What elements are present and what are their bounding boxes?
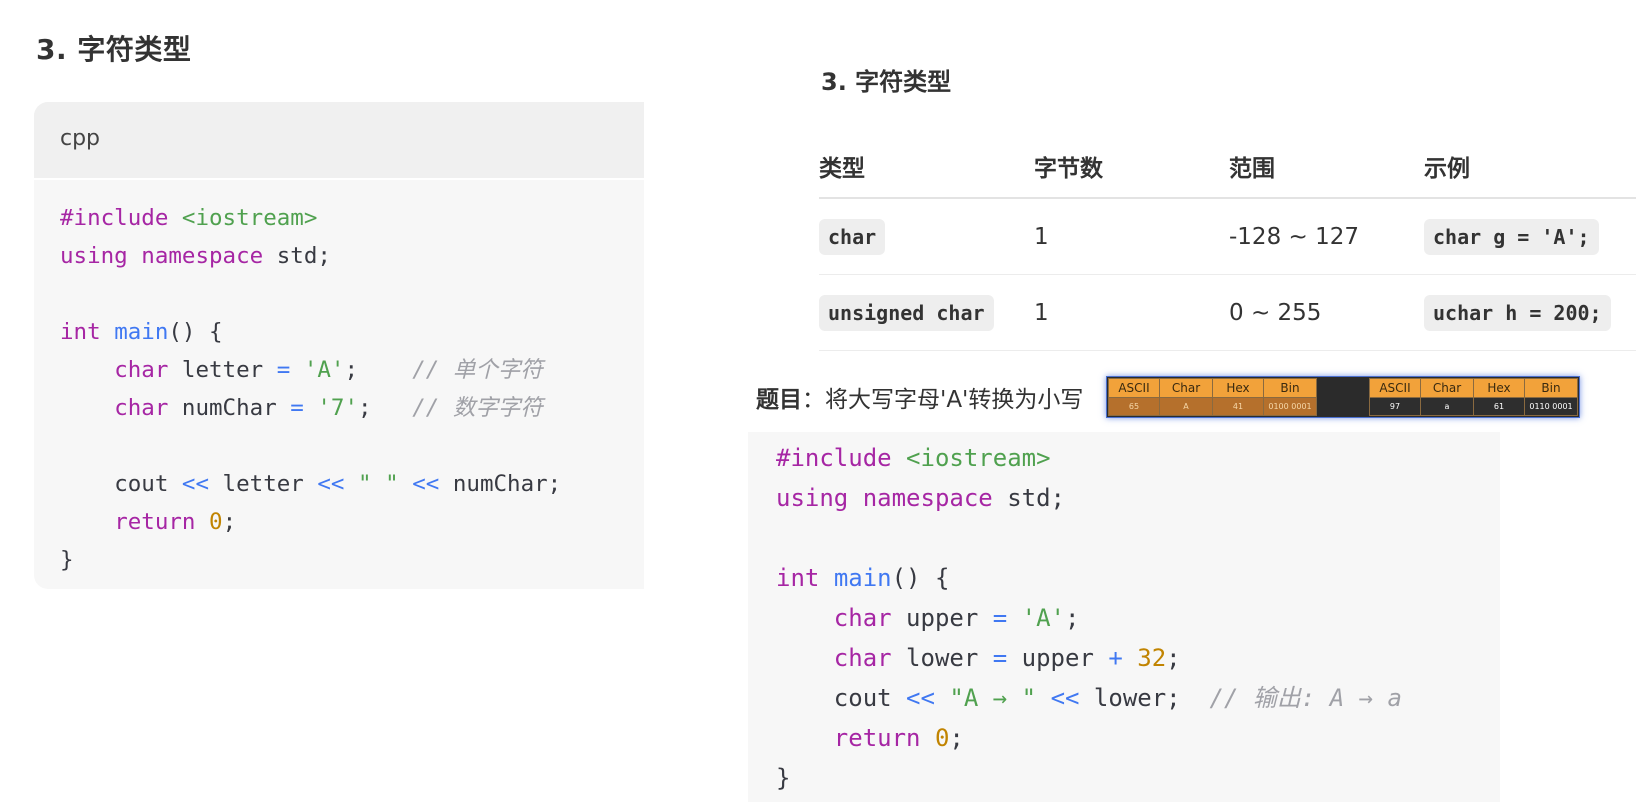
example-code: uchar h = 200; (1424, 294, 1611, 331)
code-block-left: cpp #include <iostream> using namespace … (34, 102, 644, 589)
section-heading-right: 3. 字符类型 (821, 68, 952, 96)
code-line: using namespace std; (776, 484, 1065, 512)
bytes-cell: 1 (1034, 198, 1229, 275)
table-header-row: 类型 字节数 范围 示例 (819, 134, 1636, 199)
code-line: cout << "A → " << lower; // 输出: A → a (833, 684, 1403, 712)
column-header-example: 示例 (1424, 134, 1636, 199)
section-heading-left: 3. 字符类型 (36, 33, 192, 66)
bytes-cell: 1 (1034, 274, 1229, 351)
code-body-right[interactable]: #include <iostream> using namespace std;… (776, 438, 1402, 798)
code-body-left[interactable]: #include <iostream> using namespace std;… (60, 199, 561, 579)
ascii-table-lowercase: ASCII Char Hex Bin 97 a 61 0110 0001 (1369, 378, 1578, 416)
code-line: char lower = upper + 32; (833, 644, 1181, 672)
code-line: return 0; (833, 724, 964, 752)
code-comment: // 数字字符 (412, 395, 543, 421)
code-line: int main() { (60, 319, 223, 345)
range-cell: 0 ~ 255 (1229, 274, 1424, 351)
ascii-table-uppercase: ASCII Char Hex Bin 65 A 41 0100 0001 (1108, 378, 1317, 416)
char-types-table: 类型 字节数 范围 示例 char 1 -128 ~ 127 char g = … (819, 134, 1636, 351)
code-line: } (776, 764, 791, 792)
code-line: char numChar = '7'; // 数字字符 (114, 395, 543, 421)
column-header-type: 类型 (819, 134, 1034, 199)
column-header-bytes: 字节数 (1034, 134, 1229, 199)
range-cell: -128 ~ 127 (1229, 198, 1424, 275)
table-row: char 1 -128 ~ 127 char g = 'A'; (819, 198, 1636, 275)
code-line: int main() { (776, 564, 950, 592)
ascii-conversion-popup: ASCII Char Hex Bin 65 A 41 0100 0001 ASC… (1106, 376, 1580, 418)
code-comment: // 单个字符 (412, 357, 543, 383)
task-text: ：将大写字母'A'转换为小写 (802, 387, 1084, 413)
task-label: 题目 (756, 387, 802, 413)
code-line: #include <iostream> (60, 205, 318, 231)
code-block-header: cpp (34, 102, 644, 180)
code-line: using namespace std; (60, 243, 331, 269)
example-code: char g = 'A'; (1424, 218, 1599, 255)
code-comment: // 输出: A → a (1209, 684, 1403, 712)
code-line: return 0; (114, 509, 237, 535)
code-block-right: #include <iostream> using namespace std;… (748, 432, 1500, 802)
code-line: char letter = 'A'; // 单个字符 (114, 357, 543, 383)
task-description: 题目：将大写字母'A'转换为小写 (756, 380, 1083, 414)
code-line: #include <iostream> (776, 444, 1051, 472)
code-line: } (60, 547, 74, 573)
type-code: char (819, 218, 886, 255)
column-header-range: 范围 (1229, 134, 1424, 199)
code-line: cout << letter << " " << numChar; (114, 471, 562, 497)
type-code: unsigned char (819, 294, 994, 331)
table-row: unsigned char 1 0 ~ 255 uchar h = 200; (819, 274, 1636, 351)
code-language-label: cpp (60, 126, 101, 151)
code-line: char upper = 'A'; (833, 604, 1080, 632)
